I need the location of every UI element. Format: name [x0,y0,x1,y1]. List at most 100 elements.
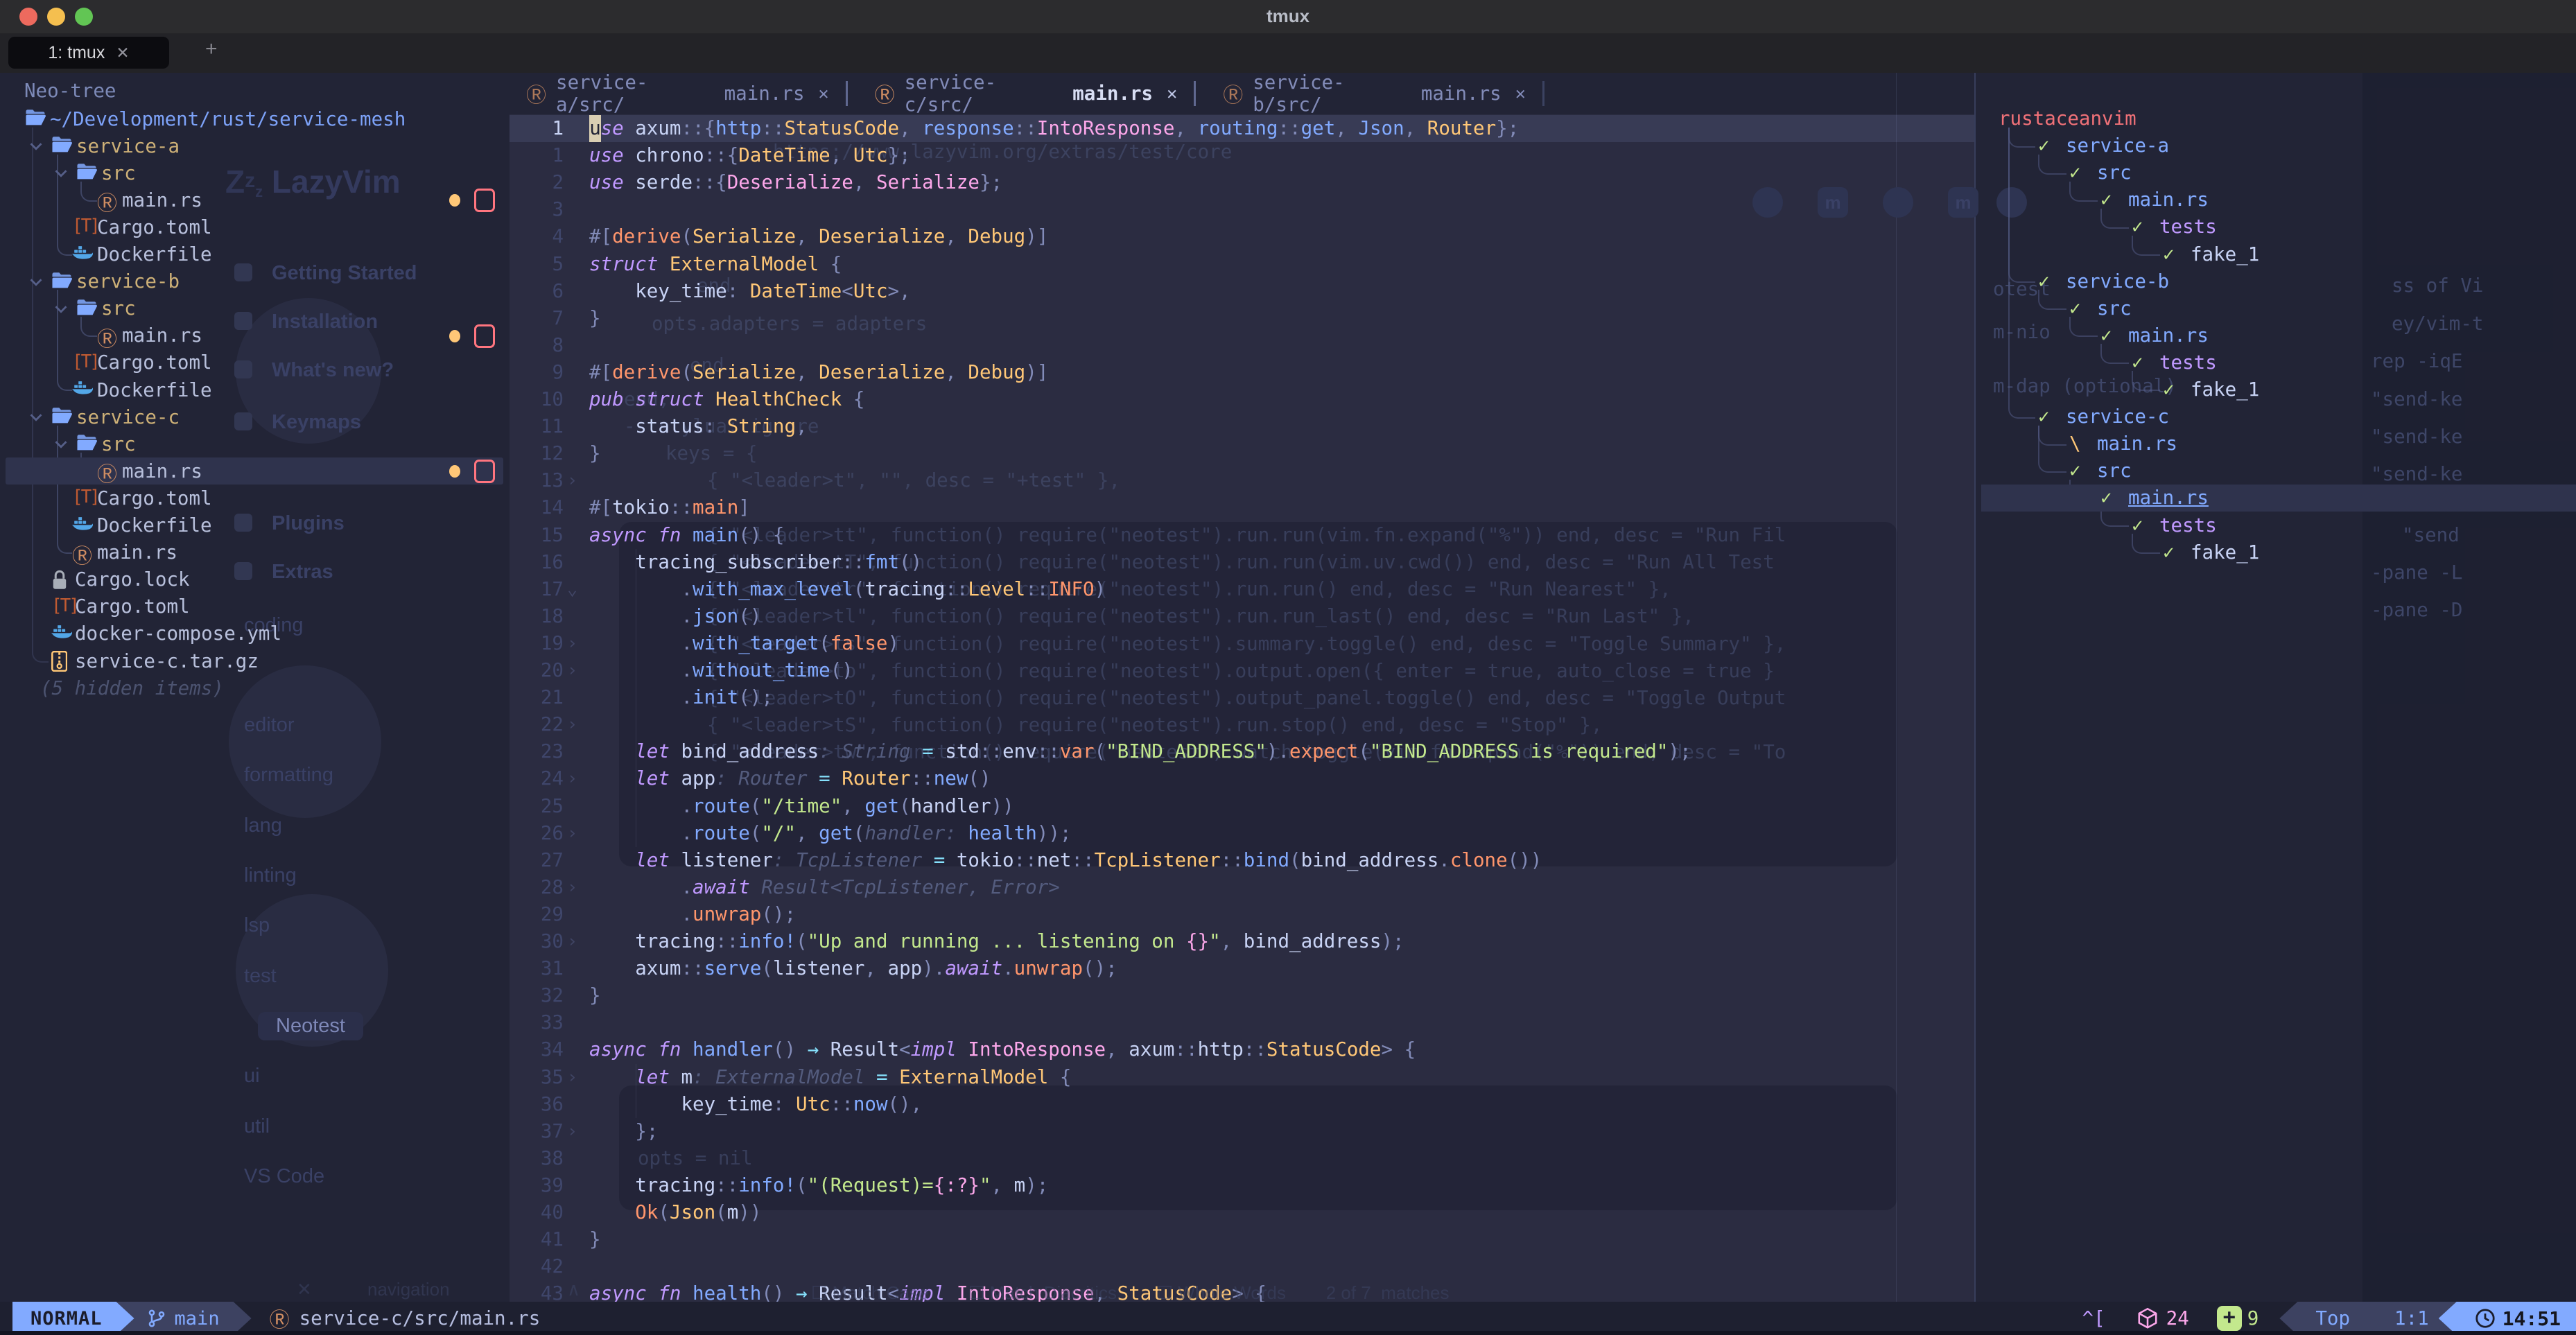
test-node-name: tests [2159,349,2217,376]
test-tree-item[interactable]: ✓service-c [0,403,2576,430]
code-line[interactable]: .route("/time", get(handler)) [589,793,1014,820]
file-path: service-c/src/main.rs [299,1307,541,1329]
close-icon[interactable]: ✕ [819,83,829,103]
test-passed-icon: ✓ [2132,349,2143,376]
code-line[interactable]: } [589,982,601,1009]
code-line[interactable]: Ok(Json(m)) [589,1199,761,1226]
close-icon[interactable]: ✕ [1515,83,1526,103]
ghost-code-line: { "<leader>tl", function() require("neot… [707,603,1694,630]
code-line[interactable]: let bind_address: String = std::env::var… [589,738,1691,765]
ghost-code-line: opts = nil [638,1145,753,1172]
test-tree-item[interactable]: ✓ tests [0,349,2576,376]
close-icon[interactable]: ✕ [116,44,129,62]
code-line[interactable]: .without_time() [589,657,853,684]
test-node-name: src [2097,457,2132,485]
line-number: 28 [510,874,564,901]
terminal-tab[interactable]: 1: tmux ✕ [8,37,169,69]
test-tree-item[interactable]: \main.rs [0,430,2576,457]
test-node-name: fake_1 [2191,376,2259,403]
ghost-text: ✕ [297,1279,312,1300]
test-tree-item[interactable]: ✓src [0,295,2576,322]
ghost-config-item: Neotest [258,1012,363,1040]
code-line[interactable]: .await Result<TcpListener, Error> [589,874,1060,901]
test-tree-item[interactable]: ✓service-b [0,268,2576,295]
test-node-name: service-a [2066,132,2169,159]
line-number: 38 [510,1145,564,1172]
test-tree-item[interactable]: ✓service-a [0,132,2576,159]
code-line[interactable]: key_time: Utc::now(), [589,1091,922,1118]
ghost-code-line: { "<leader>to", function() require("neot… [707,658,1775,685]
file-tree-item[interactable]: [T]Cargo.toml [0,593,510,620]
test-node-name: tests [2159,213,2217,241]
code-line[interactable]: async fn handler() → Result<impl IntoRes… [589,1036,1416,1063]
code-line[interactable]: .init(); [589,684,773,711]
line-number: 19 [510,630,564,657]
test-tree-item[interactable]: ✓src [0,457,2576,485]
line-number: 40 [510,1199,564,1226]
line-number: 17 [510,576,564,603]
code-line[interactable]: let m: ExternalModel = ExternalModel { [589,1064,1071,1091]
code-line[interactable]: let app: Router = Router::new() [589,765,991,792]
test-tree-item[interactable]: ✓tests [0,213,2576,241]
test-passed-icon: ✓ [2038,403,2050,430]
code-line[interactable]: tracing::info!("(Request)={:?}", m); [589,1172,1048,1199]
test-tree-item[interactable]: ✓fake_1 [0,241,2576,268]
code-line[interactable]: let listener: TcpListener = tokio::net::… [589,847,1542,874]
test-tree-item[interactable]: ✓fake_1 [0,376,2576,403]
buffer-name: main.rs [724,82,805,105]
git-branch-name: main [175,1308,220,1329]
terminal-tab-bar: 1: tmux ✕ + [0,33,2576,73]
ghost-text: ∧ [567,1279,580,1300]
test-passed-icon: ✓ [2069,295,2081,322]
ghost-text: navigation [367,1279,450,1300]
test-tree-item[interactable]: ✓main.rs [0,485,2576,512]
scroll-position: Top [2315,1307,2350,1329]
buffer-tab[interactable]: Ⓡservice-b/src/main.rs✕ [1206,73,1542,114]
updates-icon: + [2217,1306,2242,1331]
fold-ghost-icon: › [567,633,577,653]
status-bar: NORMALmainⓇservice-c/src/main.rs ^[24+9T… [0,1302,2576,1335]
mode-indicator: NORMAL [12,1302,134,1335]
close-icon[interactable]: ✕ [1167,83,1177,103]
code-line[interactable]: .unwrap(); [589,901,796,928]
code-line[interactable]: .with_max_level(tracing::Level::INFO) [589,576,1106,603]
test-node-name: service-b [2066,268,2169,295]
ghost-config-item: util [244,1115,270,1138]
docker-icon [51,624,72,640]
code-line[interactable]: .route("/", get(handler: health)); [589,820,1071,847]
file-name: (5 hidden items) [40,677,224,699]
line-number: 34 [510,1036,564,1063]
test-tree-item[interactable]: ✓src [0,159,2576,186]
test-tree-item[interactable]: ✓main.rs [0,186,2576,213]
test-tree-item[interactable]: ✓fake_1 [0,539,2576,566]
ghost-config-item: linting [244,864,297,887]
file-tree-item[interactable]: docker-compose.yml [0,620,510,647]
code-line[interactable]: tracing::info!("Up and running ... liste… [589,928,1404,955]
file-tree-item[interactable]: (5 hidden items) [0,674,510,701]
code-line[interactable]: }; [589,1118,658,1145]
buffer-path: service-c/src/ [905,71,1063,116]
tab-separator [1542,81,1544,106]
code-line[interactable]: .json() [589,603,761,630]
test-running-icon: \ [2069,430,2081,457]
file-tree-item[interactable]: service-c.tar.gz [0,647,510,674]
test-tree-item[interactable]: ✓tests [0,512,2576,539]
code-line[interactable]: axum::serve(listener, app).await.unwrap(… [589,955,1117,982]
buffer-tab-active[interactable]: Ⓡservice-c/src/main.rs✕ [858,73,1194,114]
text-cursor: u [589,115,601,142]
code-line[interactable]: } [589,1226,601,1253]
file-name: ~/Development/rust/service-mesh [50,108,406,130]
buffer-name: main.rs [1421,82,1502,105]
ghost-text: ☐ Match Case ☐ Match Diacritics ☐ Whole … [811,1282,1450,1304]
ghost-config-item: formatting [244,764,333,787]
new-tab-button[interactable]: + [205,37,218,61]
file-tree-item[interactable]: ~/Development/rust/service-mesh [0,105,510,132]
code-line[interactable]: .with_target(false) [589,630,899,657]
line-number: 22 [510,711,564,738]
test-tree-item[interactable]: ✓main.rs [0,322,2576,349]
line-number: 35 [510,1064,564,1091]
file-tree-item[interactable]: Cargo.lock [0,566,510,593]
fold-ghost-icon: › [567,768,577,788]
test-passed-icon: ✓ [2163,241,2175,268]
buffer-tab[interactable]: Ⓡservice-a/src/main.rs✕ [510,73,846,114]
